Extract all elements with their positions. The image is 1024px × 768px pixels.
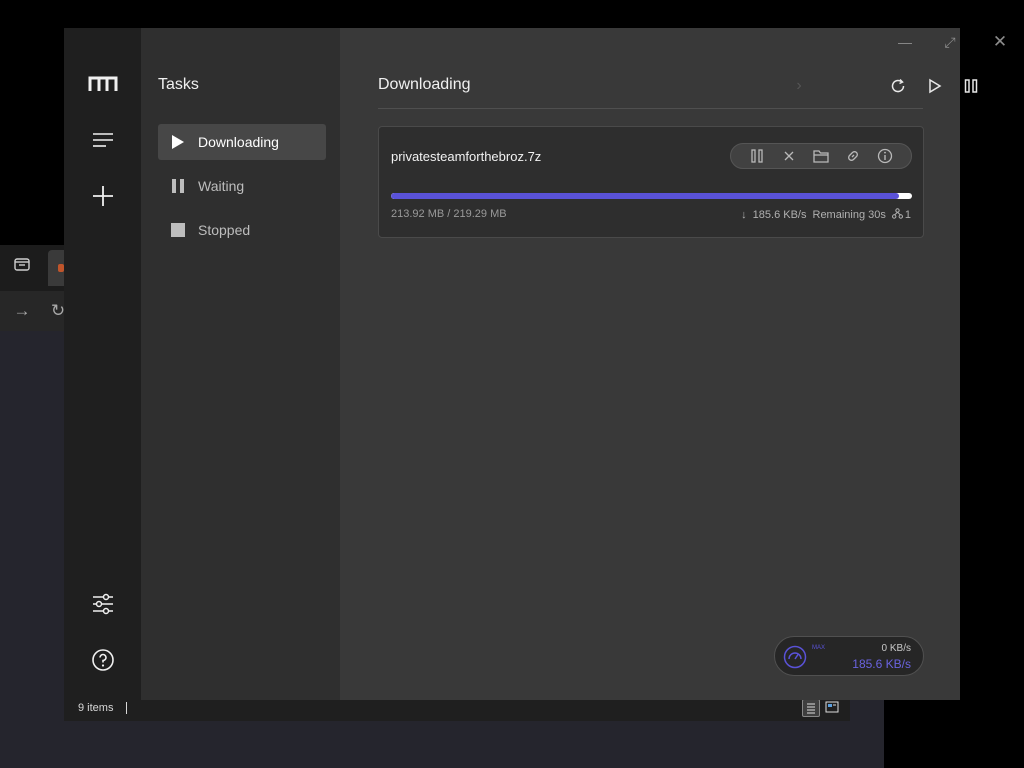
task-remaining: Remaining 30s: [812, 209, 886, 221]
task-file-name: privatesteamforthebroz.7z: [391, 149, 542, 164]
sidebar-item-label: Stopped: [198, 222, 251, 238]
title-divider: [378, 108, 923, 109]
task-stats: ↓ 185.6 KB/s Remaining 30s 1: [741, 208, 911, 222]
task-size-text: 213.92 MB / 219.29 MB: [391, 208, 507, 220]
app-logo-icon: [84, 65, 122, 103]
maximize-icon[interactable]: ⤢: [935, 32, 965, 52]
task-action-bar: [730, 143, 912, 169]
speed-mini-label: MAX: [812, 645, 826, 651]
delete-icon[interactable]: [778, 145, 800, 167]
sidebar-item-stopped[interactable]: Stopped: [158, 212, 326, 248]
speedometer-widget[interactable]: MAX 0 KB/s 185.6 KB/s: [774, 636, 924, 676]
tiles-view-icon[interactable]: [824, 699, 842, 717]
tab-actions-icon[interactable]: [8, 255, 36, 283]
close-icon[interactable]: ✕: [985, 32, 1015, 52]
link-icon[interactable]: [842, 145, 864, 167]
forward-arrow-icon[interactable]: →: [8, 297, 36, 325]
task-speed: 185.6 KB/s: [752, 209, 807, 221]
download-progress-fill: [391, 193, 900, 199]
panel-title: Tasks: [158, 76, 199, 93]
details-view-icon[interactable]: [802, 699, 820, 717]
stop-icon: [158, 222, 198, 238]
sidebar-item-waiting[interactable]: Waiting: [158, 168, 326, 204]
chevron-right-icon: ›: [796, 77, 802, 94]
download-arrow-icon: ↓: [741, 209, 747, 221]
pause-icon: [158, 178, 198, 194]
play-icon: [158, 134, 198, 150]
download-manager-window: Tasks Downloading Waiting Stopped — ⤢ ✕ …: [64, 28, 1007, 700]
resume-all-icon[interactable]: [921, 72, 949, 100]
folder-icon[interactable]: [810, 145, 832, 167]
download-progress-bar: [391, 193, 912, 199]
add-task-icon[interactable]: [84, 177, 122, 215]
status-item-count: 9 items: [78, 702, 114, 714]
menu-icon[interactable]: [84, 121, 122, 159]
page-title: Downloading: [378, 76, 471, 93]
info-icon[interactable]: [874, 145, 896, 167]
sidebar-item-label: Downloading: [198, 134, 279, 150]
sidebar-item-label: Waiting: [198, 178, 245, 194]
main-content: — ⤢ ✕ Downloading › privatesteamforthebr…: [340, 28, 1007, 700]
task-item[interactable]: privatesteamforthebroz.7z 213.92 MB / 21…: [378, 126, 924, 238]
speedometer-icon: [783, 645, 807, 669]
sidebar-item-downloading[interactable]: Downloading: [158, 124, 326, 160]
task-category-panel: Tasks Downloading Waiting Stopped: [141, 28, 340, 700]
status-separator: [126, 702, 127, 714]
settings-sliders-icon[interactable]: [84, 585, 122, 623]
help-icon[interactable]: [84, 641, 122, 679]
download-speed: 185.6 KB/s: [852, 657, 911, 671]
connections-icon: [891, 208, 903, 222]
task-connections: 1: [904, 209, 911, 221]
pause-all-icon[interactable]: [957, 72, 985, 100]
icon-rail: [64, 28, 141, 700]
minimize-icon[interactable]: —: [890, 32, 920, 52]
refresh-icon[interactable]: [884, 72, 912, 100]
pause-icon[interactable]: [746, 145, 768, 167]
upload-speed: 0 KB/s: [881, 643, 911, 654]
